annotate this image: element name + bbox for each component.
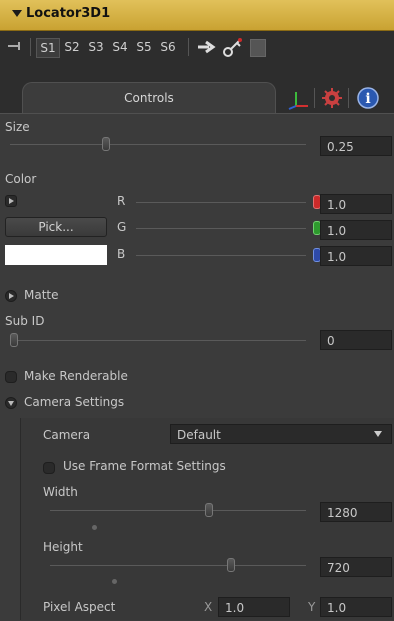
matte-label: Matte (24, 288, 59, 302)
sub-id-label: Sub ID (5, 314, 45, 328)
tab-controls[interactable]: Controls (22, 82, 276, 113)
color-r-label: R (117, 194, 126, 208)
height-default-dot (112, 579, 117, 584)
height-value-field[interactable]: 720 (320, 557, 392, 577)
node-title: Locator3D1 (26, 6, 111, 21)
camera-label: Camera (43, 428, 91, 442)
height-label: Height (43, 540, 83, 554)
make-renderable-label: Make Renderable (24, 369, 128, 383)
toolbar-separator (30, 38, 31, 56)
height-slider-handle[interactable] (227, 558, 235, 572)
pixel-aspect-x-field[interactable]: 1.0 (218, 597, 290, 617)
pick-color-button[interactable]: Pick... (5, 217, 107, 237)
subview-s5-button[interactable]: S5 (134, 38, 154, 56)
collapse-triangle-icon[interactable] (12, 10, 22, 17)
axis-icon[interactable] (286, 86, 310, 110)
size-label: Size (5, 120, 30, 134)
height-slider-track[interactable] (50, 565, 306, 566)
subview-s1-button[interactable]: S1 (36, 38, 60, 58)
subview-s4-button[interactable]: S4 (110, 38, 130, 56)
chevron-down-icon[interactable] (374, 431, 382, 437)
width-value-field[interactable]: 1280 (320, 502, 392, 522)
key-icon[interactable] (222, 36, 244, 58)
width-slider-handle[interactable] (205, 503, 213, 517)
blue-value-field[interactable]: 1.0 (320, 246, 392, 266)
pixel-aspect-y-field[interactable]: 1.0 (320, 597, 392, 617)
sub-id-slider-track[interactable] (10, 340, 306, 341)
play-triangle-icon (9, 293, 14, 299)
pin-icon-bar (18, 42, 20, 50)
use-frame-format-label: Use Frame Format Settings (63, 459, 226, 473)
toolbar-separator (188, 38, 189, 56)
width-label: Width (43, 485, 78, 499)
pixel-aspect-y-label: Y (308, 600, 316, 614)
color-label: Color (5, 172, 37, 186)
green-slider-track[interactable] (136, 228, 306, 229)
pixel-aspect-x-label: X (204, 600, 213, 614)
use-frame-format-checkbox[interactable] (43, 462, 55, 474)
pixel-aspect-label: Pixel Aspect (43, 600, 116, 614)
tab-separator (314, 88, 315, 108)
svg-text:i: i (365, 91, 370, 107)
size-slider-handle[interactable] (102, 137, 110, 151)
width-slider-track[interactable] (50, 510, 306, 511)
size-value-field[interactable]: 0.25 (320, 136, 392, 156)
make-renderable-checkbox[interactable] (5, 371, 17, 383)
green-value-field[interactable]: 1.0 (320, 220, 392, 240)
save-icon[interactable] (250, 39, 266, 57)
color-g-label: G (117, 220, 127, 234)
blue-slider-track[interactable] (136, 255, 306, 256)
red-slider-track[interactable] (136, 202, 306, 203)
arrow-right-icon[interactable] (196, 39, 218, 55)
camera-dropdown[interactable]: Default (170, 424, 392, 444)
info-icon[interactable]: i (356, 86, 380, 110)
triangle-down-icon (8, 401, 14, 406)
width-default-dot (92, 525, 97, 530)
subview-s2-button[interactable]: S2 (62, 38, 82, 56)
play-triangle-icon (9, 198, 14, 204)
camera-settings-label: Camera Settings (24, 395, 125, 409)
subview-s6-button[interactable]: S6 (158, 38, 178, 56)
tab-separator (348, 88, 349, 108)
toolbar: S1 S2 S3 S4 S5 S6 (0, 31, 394, 63)
color-swatch[interactable] (5, 245, 107, 265)
subview-s3-button[interactable]: S3 (86, 38, 106, 56)
size-slider-track[interactable] (10, 144, 306, 145)
node-header[interactable]: Locator3D1 (0, 0, 394, 31)
red-value-field[interactable]: 1.0 (320, 194, 392, 214)
sub-id-value-field[interactable]: 0 (320, 330, 392, 350)
gear-icon[interactable] (320, 86, 344, 110)
sub-id-slider-handle[interactable] (10, 333, 18, 347)
color-b-label: B (117, 247, 126, 261)
